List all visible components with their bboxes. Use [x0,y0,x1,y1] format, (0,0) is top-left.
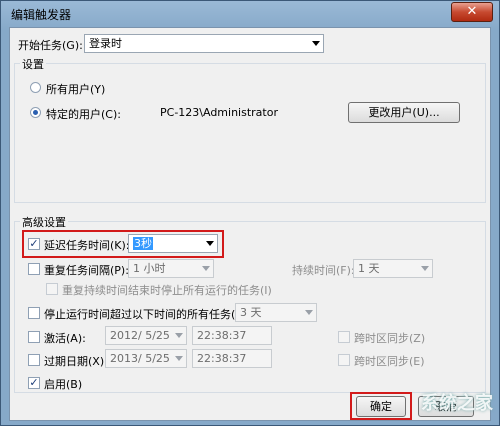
chevron-down-icon [305,310,313,315]
expire-sync-label: 跨时区同步(E) [354,355,425,368]
window-title: 编辑触发器 [11,8,72,22]
duration-combo[interactable]: 1 天 [353,259,433,278]
ok-highlight [350,392,412,420]
delay-label: 延迟任务时间(K): [44,239,130,252]
delay-checkbox[interactable]: ✓ [28,238,40,250]
watermark-logo: 系统之家 [421,393,493,414]
chevron-down-icon [421,266,429,271]
activate-time-field[interactable]: 22:38:37 [192,326,272,345]
enabled-checkbox[interactable]: ✓ [28,377,40,389]
delay-value: 3秒 [133,237,153,250]
expire-date-value: 2013/ 5/25 [110,352,170,365]
advanced-group-label: 高级设置 [20,214,68,230]
change-user-button[interactable]: 更改用户(U)... [348,102,460,123]
dialog-client: 开始任务(G): 登录时 设置 所有用户(Y) 特定的用户(C): PC-123… [9,27,491,421]
expire-time-field[interactable]: 22:38:37 [192,349,272,368]
expire-checkbox[interactable] [28,354,40,366]
repeat-label: 重复任务间隔(P): [44,264,129,277]
stop-longer-value: 3 天 [240,306,262,319]
stop-repeat-checkbox[interactable] [46,283,58,295]
stop-longer-combo[interactable]: 3 天 [235,303,317,322]
activate-date-field[interactable]: 2012/ 5/25 [105,326,187,345]
stop-repeat-label: 重复持续时间结束时停止所有运行的任务(I) [62,284,272,297]
activate-sync-label: 跨时区同步(Z) [354,332,426,345]
duration-value: 1 天 [358,262,380,275]
expire-sync-checkbox[interactable] [338,354,350,366]
delay-combo[interactable]: 3秒 [128,234,218,253]
start-task-label: 开始任务(G): [18,39,83,52]
stop-longer-checkbox[interactable] [28,307,40,319]
close-button[interactable]: ✕ [451,2,493,22]
repeat-interval-value: 1 小时 [133,262,166,275]
repeat-checkbox[interactable] [28,263,40,275]
activate-checkbox[interactable] [28,331,40,343]
expire-date-field[interactable]: 2013/ 5/25 [105,349,187,368]
start-task-combo[interactable]: 登录时 [84,34,324,53]
all-users-label: 所有用户(Y) [46,83,106,96]
activate-label: 激活(A): [44,332,86,345]
chevron-down-icon [202,266,210,271]
activate-time-value: 22:38:37 [197,329,247,342]
activate-date-value: 2012/ 5/25 [110,329,170,342]
chevron-down-icon [175,333,183,338]
expire-label: 过期日期(X): [44,355,108,368]
title-bar[interactable]: 编辑触发器 ✕ [1,1,499,25]
stop-longer-label: 停止运行时间超过以下时间的所有任务(L): [44,308,250,321]
enabled-label: 启用(B) [44,378,83,391]
chevron-down-icon [312,41,320,46]
edit-trigger-dialog: 编辑触发器 ✕ 开始任务(G): 登录时 设置 所有用户(Y) 特定的用户(C)… [0,0,500,426]
specific-user-label: 特定的用户(C): [46,108,121,121]
settings-group-label: 设置 [20,56,46,72]
repeat-interval-combo[interactable]: 1 小时 [128,259,214,278]
start-task-value: 登录时 [89,37,122,50]
chevron-down-icon [175,356,183,361]
expire-time-value: 22:38:37 [197,352,247,365]
chevron-down-icon [206,241,214,246]
activate-sync-checkbox[interactable] [338,331,350,343]
all-users-radio[interactable] [30,82,41,93]
specific-user-radio[interactable] [30,107,41,118]
duration-label: 持续时间(F): [292,264,355,277]
user-name: PC-123\Administrator [160,106,278,119]
